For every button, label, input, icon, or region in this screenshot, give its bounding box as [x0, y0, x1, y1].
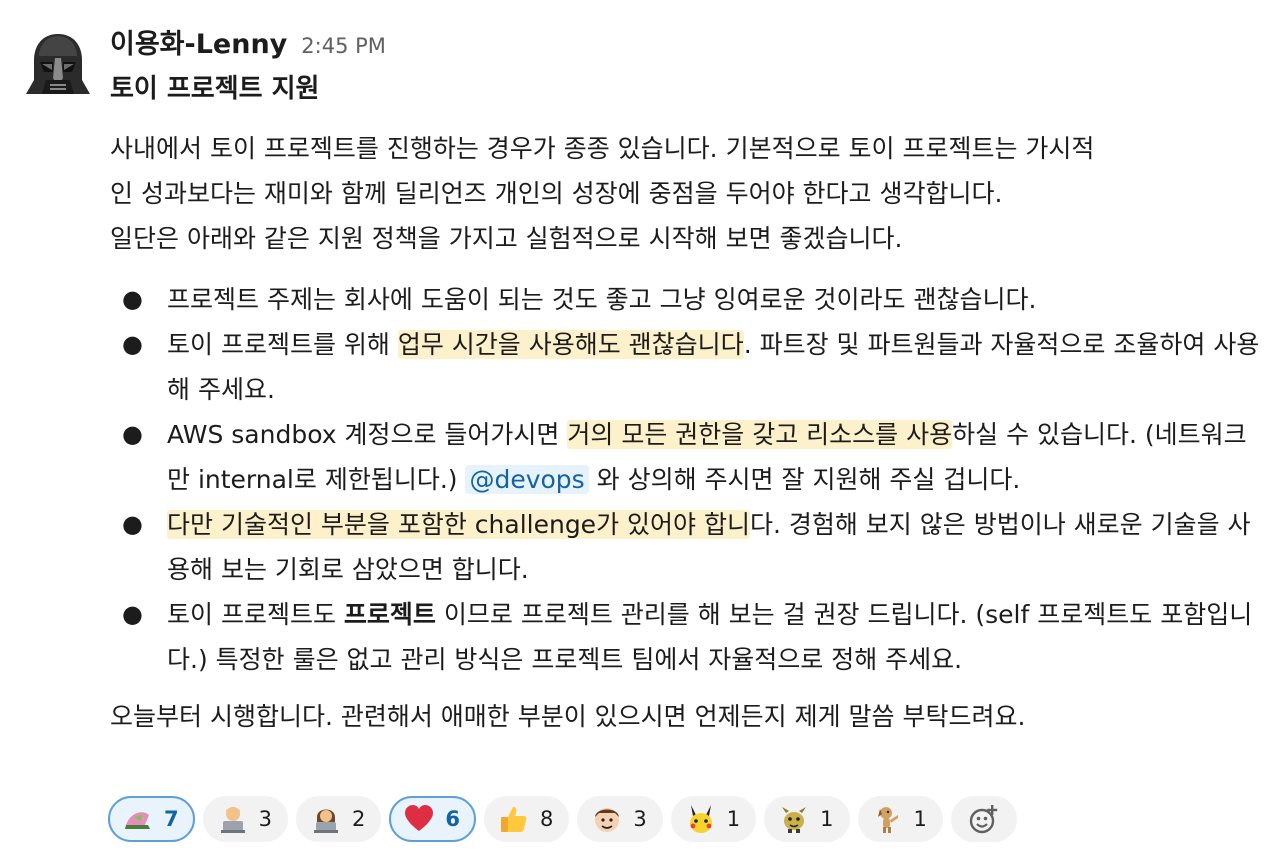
bullet: ● — [122, 600, 143, 628]
message-title: 토이 프로젝트 지원 — [110, 74, 320, 104]
list-item: ● 프로젝트 주제는 회사에 도움이 되는 것도 좋고 그냥 잉여로운 것이라도… — [110, 277, 1260, 322]
list-item-text: 프로젝트 주제는 회사에 도움이 되는 것도 좋고 그냥 잉여로운 것이라도 괜… — [167, 285, 1037, 314]
list-item: ● 다만 기술적인 부분을 포함한 challenge가 있어야 합니다. 경험… — [110, 502, 1260, 592]
highlighted-text: 다만 기술적인 부분을 포함한 challenge가 있어야 합니 — [167, 510, 750, 539]
darth-vader-avatar-icon — [22, 28, 94, 100]
list-item: ● 토이 프로젝트를 위해 업무 시간을 사용해도 괜찮습니다. 파트장 및 파… — [110, 322, 1260, 412]
dancing-creature-emoji-icon — [782, 807, 807, 833]
bullet: ● — [122, 420, 143, 448]
intro-line-3: 일단은 아래와 같은 지원 정책을 가지고 실험적으로 시작해 보면 좋겠습니다… — [110, 224, 903, 253]
bullet: ● — [122, 285, 143, 313]
developer-woman-emoji-icon — [314, 809, 338, 833]
reaction-pill[interactable]: 7 — [108, 796, 195, 842]
bullet: ● — [122, 330, 143, 358]
reaction-pill[interactable]: 3 — [202, 796, 288, 842]
reaction-pill[interactable]: 6 — [389, 796, 476, 842]
reaction-count: 6 — [445, 807, 460, 831]
reaction-pill[interactable]: 1 — [670, 796, 757, 842]
message-timestamp[interactable]: 2:45 PM — [301, 34, 386, 58]
intro-line-2: 인 성과보다는 재미와 함께 딜리언즈 개인의 성장에 중점을 두어야 한다고 … — [110, 179, 1003, 208]
pikachu-emoji-icon — [689, 805, 712, 833]
message-body: 사내에서 토이 프로젝트를 진행하는 경우가 종종 있습니다. 기본적으로 토이… — [110, 126, 1260, 739]
bullet: ● — [122, 510, 143, 538]
list-item-text: 토이 프로젝트도 — [167, 600, 344, 629]
reaction-count: 1 — [913, 807, 927, 831]
pink-hat-emoji-icon — [125, 812, 150, 829]
intro-paragraph: 사내에서 토이 프로젝트를 진행하는 경우가 종종 있습니다. 기본적으로 토이… — [110, 126, 1260, 261]
reaction-count: 3 — [633, 807, 647, 831]
list-item: ● AWS sandbox 계정으로 들어가시면 거의 모든 권한을 갖고 리소… — [110, 412, 1260, 502]
red-heart-emoji-icon — [405, 805, 434, 831]
intro-line-1: 사내에서 토이 프로젝트를 진행하는 경우가 종종 있습니다. 기본적으로 토이… — [110, 134, 1095, 163]
reaction-pill[interactable]: 1 — [857, 796, 943, 842]
reactions-bar: 7 3 2 6 8 3 1 1 1 — [108, 796, 1017, 842]
add-reaction-icon — [969, 805, 998, 834]
reaction-count: 8 — [540, 807, 554, 831]
devops-mention[interactable]: @devops — [465, 465, 589, 494]
developer-emoji-icon — [220, 807, 245, 833]
list-item: ● 토이 프로젝트도 프로젝트 이므로 프로젝트 관리를 해 보는 걸 권장 드… — [110, 592, 1260, 682]
add-reaction-button[interactable] — [950, 796, 1017, 842]
bold-text: 프로젝트 — [343, 600, 436, 629]
message-header: 이용화-Lenny 2:45 PM 토이 프로젝트 지원 — [110, 22, 386, 105]
list-item-text: 와 상의해 주시면 잘 지원해 주실 겁니다. — [588, 465, 1021, 494]
face-emoji-icon — [595, 808, 620, 832]
reaction-count: 2 — [352, 807, 366, 831]
highlighted-text: 거의 모든 권한을 갖고 리소스를 사용 — [567, 420, 953, 449]
reaction-count: 7 — [164, 807, 179, 831]
list-item-text: 토이 프로젝트를 위해 — [167, 330, 398, 359]
policy-list: ● 프로젝트 주제는 회사에 도움이 되는 것도 좋고 그냥 잉여로운 것이라도… — [110, 277, 1260, 682]
thumbs-up-emoji-icon — [501, 807, 527, 832]
reaction-count: 1 — [726, 807, 741, 831]
avatar[interactable] — [22, 28, 94, 100]
reaction-pill[interactable]: 8 — [484, 796, 570, 842]
reaction-pill[interactable]: 3 — [577, 796, 663, 842]
closing-paragraph: 오늘부터 시행합니다. 관련해서 애매한 부분이 있으시면 언제든지 제게 말씀… — [110, 702, 1026, 731]
reaction-pill[interactable]: 2 — [296, 796, 382, 842]
list-item-text: AWS sandbox 계정으로 들어가시면 — [167, 420, 568, 449]
dancing-dog-emoji-icon — [877, 807, 898, 833]
reaction-count: 1 — [820, 807, 834, 831]
highlighted-text: 업무 시간을 사용해도 괜찮습니다 — [397, 330, 744, 359]
author-name[interactable]: 이용화-Lenny — [110, 22, 287, 61]
reaction-count: 3 — [258, 807, 272, 831]
reaction-pill[interactable]: 1 — [764, 796, 850, 842]
